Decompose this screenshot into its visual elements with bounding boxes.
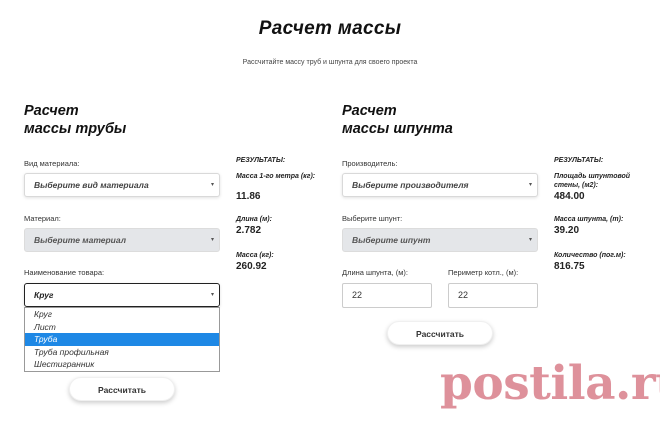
pipe-results-heading: РЕЗУЛЬТАТЫ:	[236, 157, 286, 164]
mass-per-meter-value: 11.86	[236, 191, 261, 202]
manufacturer-label: Производитель:	[342, 159, 398, 168]
pile-length-label: Длина шпунта, (м):	[342, 268, 408, 277]
count-value: 816.75	[554, 261, 585, 272]
dropdown-option-krug[interactable]: Круг	[25, 308, 219, 321]
material-type-value: Выберите вид материала	[34, 180, 149, 190]
dropdown-option-shestigrannik[interactable]: Шестигранник	[25, 358, 219, 371]
pile-label: Выберите шпунт:	[342, 214, 403, 223]
length-value: 2.782	[236, 225, 262, 236]
watermark-logo: postila.ru	[440, 356, 660, 411]
chevron-down-icon: ▾	[528, 237, 532, 243]
product-select[interactable]: Круг ▾	[24, 283, 220, 307]
pile-mass-label: Масса шпунта, (т):	[554, 216, 624, 223]
chevron-down-icon: ▾	[210, 292, 214, 298]
pile-select[interactable]: Выберите шпунт ▾	[342, 228, 538, 252]
pile-title-line1: Расчет	[342, 103, 397, 119]
pipe-title-line2: массы трубы	[24, 121, 127, 137]
pipe-title-line1: Расчет	[24, 103, 79, 119]
count-label: Количество (пог.м):	[554, 252, 626, 259]
pile-mass-value: 39.20	[554, 225, 580, 236]
material-value: Выберите материал	[34, 235, 126, 245]
pile-section-title: Расчет массы шпунта	[342, 102, 453, 138]
page-title: Расчет массы	[258, 18, 402, 39]
pile-value: Выберите шпунт	[352, 235, 431, 245]
area-label: Площадь шпунтовой стены, (м2):	[554, 173, 631, 189]
pile-title-line2: массы шпунта	[342, 121, 453, 137]
product-dropdown-list: Круг Лист Труба Труба профильная Шестигр…	[24, 307, 220, 372]
mass-label: Масса (кг):	[236, 252, 274, 259]
pipe-section-title: Расчет массы трубы	[24, 102, 126, 138]
product-label: Наименование товара:	[24, 268, 105, 277]
dropdown-option-list[interactable]: Лист	[25, 321, 219, 334]
chevron-down-icon: ▾	[210, 182, 214, 188]
material-select[interactable]: Выберите материал ▾	[24, 228, 220, 252]
dropdown-option-truba-profilnaya[interactable]: Труба профильная	[25, 346, 219, 359]
dropdown-option-truba[interactable]: Труба	[25, 333, 219, 346]
page-subtitle: Рассчитайте массу труб и шпунта для свое…	[242, 59, 418, 66]
pile-length-input[interactable]: 22	[342, 283, 432, 308]
perimeter-label: Периметр котл., (м):	[448, 268, 519, 277]
material-label: Материал:	[24, 214, 61, 223]
area-value: 484.00	[554, 191, 585, 202]
material-type-select[interactable]: Выберите вид материала ▾	[24, 173, 220, 197]
product-value: Круг	[34, 290, 54, 300]
pile-results-heading: РЕЗУЛЬТАТЫ:	[554, 157, 604, 164]
length-label: Длина (м):	[236, 216, 272, 223]
manufacturer-value: Выберите производителя	[352, 180, 469, 190]
chevron-down-icon: ▾	[210, 237, 214, 243]
pile-calc-button[interactable]: Рассчитать	[387, 321, 493, 345]
perimeter-input[interactable]: 22	[448, 283, 538, 308]
material-type-label: Вид материала:	[24, 159, 80, 168]
mass-per-meter-label: Масса 1-го метра (кг):	[236, 173, 316, 180]
pipe-calc-button[interactable]: Рассчитать	[69, 377, 175, 401]
mass-value: 260.92	[236, 261, 267, 272]
chevron-down-icon: ▾	[528, 182, 532, 188]
manufacturer-select[interactable]: Выберите производителя ▾	[342, 173, 538, 197]
